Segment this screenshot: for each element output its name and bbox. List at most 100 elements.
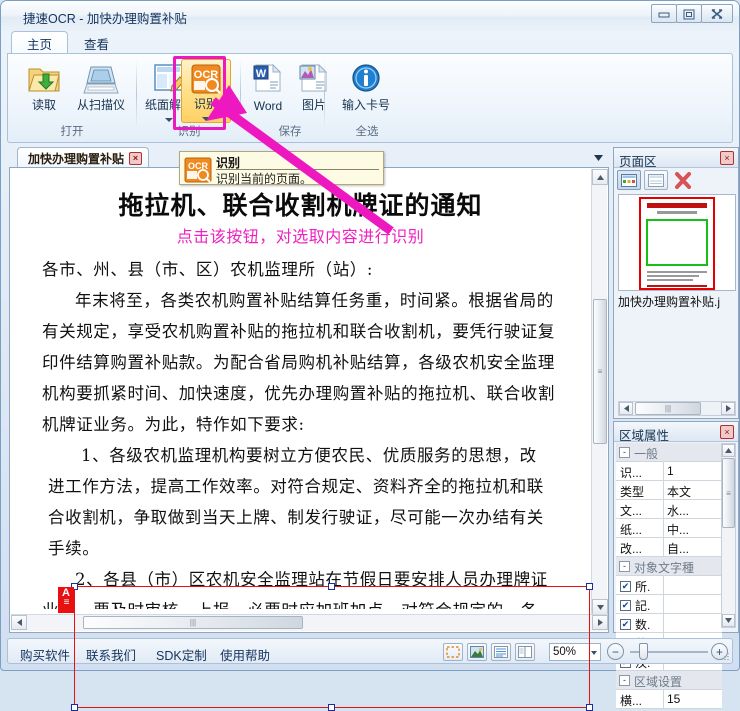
property-value[interactable]: 15 xyxy=(664,690,722,708)
delete-page-button[interactable] xyxy=(671,170,695,190)
property-group-charset[interactable]: - 对象文字種 xyxy=(616,557,722,576)
property-checkbox-row[interactable]: ✔ 記. xyxy=(616,595,722,614)
thumbnail-title-band xyxy=(647,203,707,208)
zoom-out-button[interactable]: − xyxy=(607,643,624,660)
property-checkbox-row[interactable]: ✔ 数. xyxy=(616,614,722,633)
property-group-region-settings-label: 区域设置 xyxy=(634,675,683,689)
expander-icon[interactable]: - xyxy=(619,561,630,572)
from-scanner-button[interactable]: 从扫描仪 xyxy=(70,59,132,123)
document-paragraph-2: 1、各级农机监理机构要树立方便农民、优质服务的思想，改进工作方法，提高工作效率。… xyxy=(48,446,544,558)
property-scroll-thumb[interactable]: ≡ xyxy=(722,458,735,528)
property-row[interactable]: 识... 1 xyxy=(616,462,722,481)
minimize-button[interactable] xyxy=(651,4,677,23)
page-scroll-right-button[interactable] xyxy=(721,402,735,415)
property-value[interactable]: 自... xyxy=(664,538,722,556)
restore-button[interactable] xyxy=(676,4,702,23)
property-group-charset-label: 对象文字種 xyxy=(634,561,695,575)
property-key: 识... xyxy=(616,462,664,480)
property-value[interactable] xyxy=(664,614,722,632)
property-grid-scrollbar[interactable]: ≡ xyxy=(721,443,736,628)
resize-handle-top-center[interactable] xyxy=(328,583,335,590)
ribbon-separator-1 xyxy=(136,60,137,128)
property-row[interactable]: 改... 自... xyxy=(616,538,722,557)
resize-handle-bottom-left[interactable] xyxy=(71,704,78,711)
resize-handle-top-right[interactable] xyxy=(586,583,593,590)
list-view-button[interactable] xyxy=(644,170,668,190)
document-pane-menu-button[interactable] xyxy=(590,150,606,166)
scroll-thumb-vertical[interactable]: ≡ xyxy=(593,299,607,444)
thumbnail-view-button[interactable] xyxy=(617,170,641,190)
property-row[interactable]: 文... 水... xyxy=(616,500,722,519)
word-document-icon: W xyxy=(251,62,285,97)
input-card-number-button[interactable]: 输入卡号 xyxy=(332,59,400,123)
recognize-caret-icon[interactable] xyxy=(202,117,210,121)
restore-icon xyxy=(683,9,695,19)
property-row[interactable]: 横... 15 xyxy=(616,690,722,709)
thumbnail-line xyxy=(647,275,699,277)
tab-home[interactable]: 主页 xyxy=(11,31,69,53)
resize-handle-bottom-center[interactable] xyxy=(328,704,335,711)
buy-software-link[interactable]: 购买软件 xyxy=(20,645,70,664)
ribbon-group-open-label: 打开 xyxy=(60,126,84,138)
save-word-button-label: Word xyxy=(253,99,283,113)
property-value[interactable]: 水... xyxy=(664,500,722,518)
page-thumbnail-container[interactable] xyxy=(618,194,736,291)
property-group-general[interactable]: - 一般 xyxy=(616,443,722,462)
expander-icon[interactable]: - xyxy=(619,447,630,458)
ribbon-group-selectall: 输入卡号 全选 xyxy=(326,56,408,140)
tab-view[interactable]: 查看 xyxy=(68,31,125,53)
scroll-up-button[interactable] xyxy=(592,169,608,185)
property-value[interactable] xyxy=(664,595,722,613)
property-value[interactable]: 本文 xyxy=(664,481,722,499)
ribbon-separator-2 xyxy=(240,60,241,128)
close-icon xyxy=(711,8,723,19)
page-area-panel: 页面区 × 加快办理购置补贴.j ||| xyxy=(613,147,739,419)
page-scroll-left-button[interactable] xyxy=(619,402,633,415)
ocr-region-selection[interactable]: A ≡ xyxy=(58,583,593,711)
scroll-down-button[interactable] xyxy=(592,599,608,615)
document-vertical-scrollbar[interactable]: ≡ xyxy=(591,169,608,615)
page-analysis-caret-icon[interactable] xyxy=(165,118,173,122)
region-type-badge: A ≡ xyxy=(58,587,74,613)
expander-icon[interactable]: - xyxy=(619,675,630,686)
save-word-button[interactable]: W Word xyxy=(242,59,294,123)
property-row[interactable]: 纸... 中... xyxy=(616,519,722,538)
property-scroll-up-button[interactable] xyxy=(722,444,735,457)
checkbox-checked-icon[interactable]: ✔ xyxy=(620,618,631,630)
scroll-left-button[interactable] xyxy=(11,615,27,630)
page-scroll-thumb[interactable]: ||| xyxy=(635,402,701,415)
page-thumbnail[interactable] xyxy=(639,197,715,290)
document-tab-close-icon[interactable]: × xyxy=(129,152,143,165)
property-value[interactable] xyxy=(664,576,722,594)
thumbnail-region-box xyxy=(646,219,708,266)
property-value[interactable]: 1 xyxy=(664,462,722,480)
ribbon-group-selectall-label: 全选 xyxy=(355,126,379,138)
read-button-label: 读取 xyxy=(31,98,56,112)
page-area-horizontal-scrollbar[interactable]: ||| xyxy=(618,401,736,416)
scroll-right-button[interactable] xyxy=(592,615,608,630)
resize-grip-icon[interactable] xyxy=(719,651,729,661)
property-checkbox-row[interactable]: ✔ 所. xyxy=(616,576,722,595)
document-heading: 拖拉机、联合收割机牌证的通知 xyxy=(118,191,483,220)
zoom-slider-thumb[interactable] xyxy=(639,643,648,660)
recognize-button[interactable]: OCR 识别 xyxy=(181,59,231,123)
chevron-down-icon[interactable] xyxy=(591,651,597,655)
resize-handle-bottom-right[interactable] xyxy=(586,704,593,711)
property-key: 纸... xyxy=(616,519,664,537)
window-controls xyxy=(651,4,733,23)
open-folder-icon xyxy=(26,62,62,99)
property-scroll-down-button[interactable] xyxy=(722,614,735,627)
property-value[interactable]: 中... xyxy=(664,519,722,537)
document-paragraph-0: 各市、州、县（市、区）农机监理所（站）: xyxy=(42,260,374,279)
read-button[interactable]: 读取 xyxy=(18,59,70,123)
region-properties-close-button[interactable]: × xyxy=(720,425,734,439)
document-tab[interactable]: 加快办理购置补贴 × xyxy=(17,147,150,167)
property-group-region-settings[interactable]: - 区域设置 xyxy=(616,671,722,690)
property-key: 文... xyxy=(616,500,664,518)
checkbox-checked-icon[interactable]: ✔ xyxy=(620,599,631,611)
checkbox-checked-icon[interactable]: ✔ xyxy=(620,580,631,592)
document-page[interactable]: 拖拉机、联合收割机牌证的通知 点击该按钮，对选取内容进行识别 各市、州、县（市、… xyxy=(28,172,573,609)
close-button[interactable] xyxy=(701,4,733,23)
property-row[interactable]: 类型 本文 xyxy=(616,481,722,500)
page-area-panel-close-button[interactable]: × xyxy=(720,151,734,165)
